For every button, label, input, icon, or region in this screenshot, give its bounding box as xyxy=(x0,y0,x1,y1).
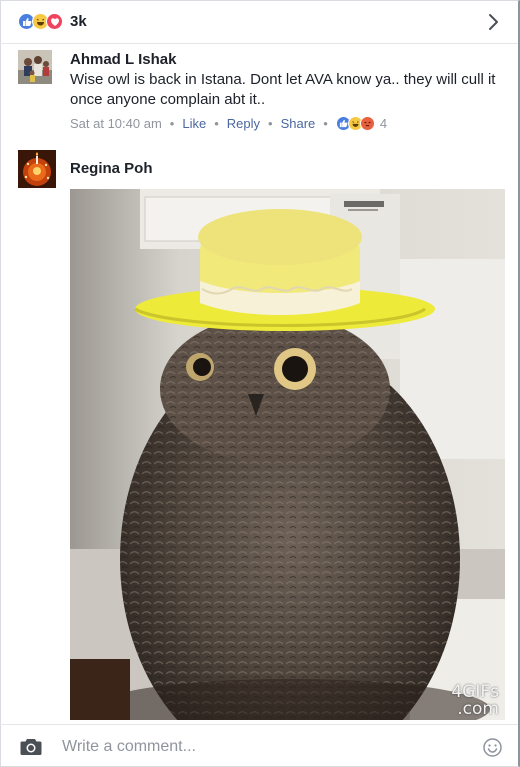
comment-author[interactable]: Regina Poh xyxy=(70,160,490,177)
separator-dot: • xyxy=(169,116,175,131)
comment-actions: Sat at 10:40 am • Like • Reply • Share •… xyxy=(70,116,500,131)
reply-link[interactable]: Reply xyxy=(227,116,260,131)
camera-icon[interactable] xyxy=(20,737,42,756)
gif-watermark: 4GIFs .com xyxy=(451,684,499,718)
comment-timestamp[interactable]: Sat at 10:40 am xyxy=(70,116,162,131)
like-link[interactable]: Like xyxy=(182,116,206,131)
reaction-count: 3k xyxy=(70,13,87,30)
watermark-text: .com xyxy=(457,699,499,719)
comment-reaction-count: 4 xyxy=(379,116,388,131)
comment: Regina Poh xyxy=(18,150,508,190)
chevron-right-icon[interactable] xyxy=(484,12,502,32)
comment-text: Wise owl is back in Istana. Dont let AVA… xyxy=(70,71,496,108)
comment-author[interactable]: Ahmad L Ishak xyxy=(70,51,500,68)
avatar[interactable] xyxy=(18,50,52,84)
reactions-summary[interactable]: 3k xyxy=(0,0,518,44)
comment-body: Ahmad L Ishak Wise owl is back in Istana… xyxy=(70,51,500,131)
avatar[interactable] xyxy=(18,150,56,188)
share-link[interactable]: Share xyxy=(281,116,316,131)
comment-body: Regina Poh xyxy=(70,160,490,177)
separator-dot: • xyxy=(323,116,328,131)
angry-icon xyxy=(359,116,375,131)
emoji-icon[interactable] xyxy=(483,738,502,757)
separator-dot: • xyxy=(214,116,219,131)
love-icon xyxy=(46,13,63,30)
comment-composer xyxy=(0,724,518,767)
gif-attachment[interactable]: 4GIFs .com xyxy=(70,189,505,720)
separator-dot: • xyxy=(268,116,273,131)
comment: Ahmad L Ishak Wise owl is back in Istana… xyxy=(18,50,498,140)
comment-input[interactable] xyxy=(62,735,462,759)
comment-reactions[interactable]: 4 xyxy=(335,116,388,131)
owl-gif-image xyxy=(70,189,505,720)
